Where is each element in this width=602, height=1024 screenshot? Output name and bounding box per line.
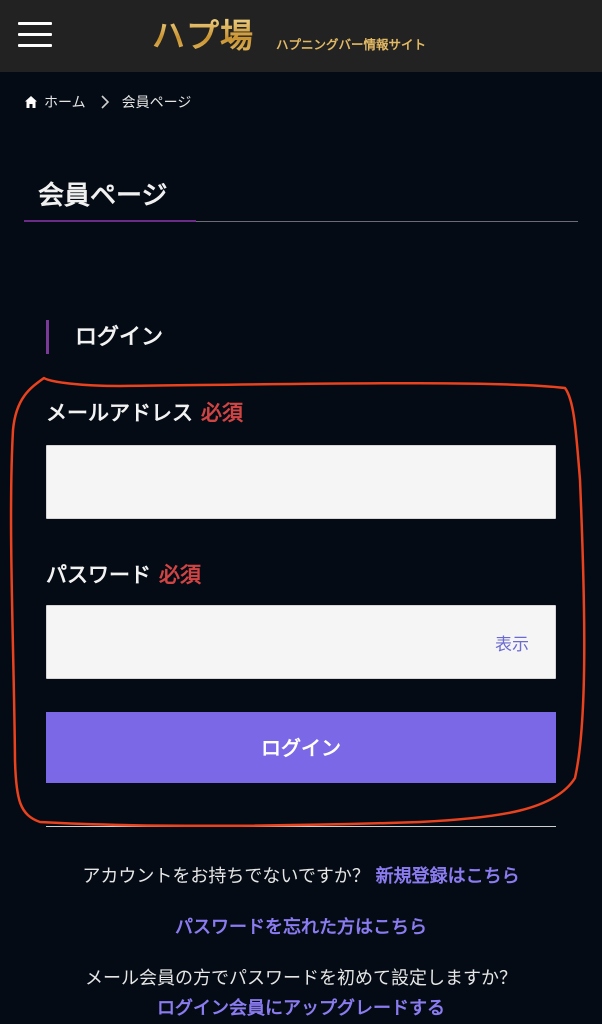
password-label: パスワード 必須 — [46, 560, 201, 590]
show-password-toggle[interactable]: 表示 — [495, 630, 529, 655]
login-heading: ログイン — [46, 320, 163, 354]
upgrade-line: ログイン会員にアップグレードする — [0, 996, 602, 1022]
forgot-password-link[interactable]: パスワードを忘れた方はこちら — [175, 917, 427, 938]
site-header: ハプ場 ハプニングバー情報サイト — [0, 0, 602, 72]
site-logo[interactable]: ハプ場 — [152, 14, 254, 58]
hamburger-menu-icon[interactable] — [18, 22, 52, 48]
register-line: アカウントをお持ちでないですか？ 新規登録はこちら — [0, 864, 602, 890]
mail-member-line: メール会員の方でパスワードを初めて設定しますか？ — [0, 966, 602, 992]
upgrade-link[interactable]: ログイン会員にアップグレードする — [157, 998, 445, 1019]
password-field-wrapper: 表示 — [46, 605, 556, 679]
section-divider — [46, 826, 556, 827]
login-button[interactable]: ログイン — [46, 712, 556, 783]
no-account-text: アカウントをお持ちでないですか？ — [82, 866, 370, 887]
email-required-badge: 必須 — [201, 401, 243, 425]
email-label: メールアドレス 必須 — [46, 398, 243, 428]
home-icon — [25, 96, 37, 108]
password-field[interactable] — [47, 606, 555, 678]
register-link[interactable]: 新規登録はこちら — [376, 866, 520, 887]
email-label-text: メールアドレス — [46, 401, 193, 425]
site-tagline: ハプニングバー情報サイト — [276, 37, 427, 52]
chevron-right-icon — [101, 95, 109, 109]
mail-member-text: メール会員の方でパスワードを初めて設定しますか？ — [85, 968, 517, 989]
page-title: 会員ページ — [38, 181, 168, 211]
password-required-badge: 必須 — [159, 563, 201, 587]
breadcrumb-current: 会員ページ — [121, 95, 192, 111]
email-field[interactable] — [47, 446, 555, 518]
password-label-text: パスワード — [46, 563, 151, 587]
email-field-wrapper — [46, 445, 556, 519]
breadcrumb: ホーム 会員ページ — [24, 92, 191, 112]
breadcrumb-home[interactable]: ホーム — [44, 92, 86, 112]
title-divider-accent — [24, 220, 196, 222]
forgot-password-line: パスワードを忘れた方はこちら — [0, 915, 602, 941]
